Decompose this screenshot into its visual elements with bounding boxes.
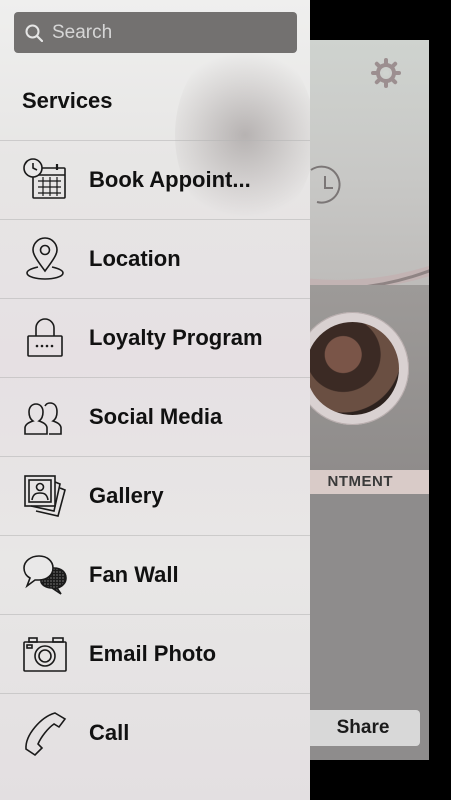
menu-item-label: Gallery <box>89 483 164 508</box>
search-icon <box>24 23 44 43</box>
menu-item-social-media[interactable]: Social Media <box>0 377 310 456</box>
menu-item-gallery[interactable]: Gallery <box>0 456 310 535</box>
lock-icon <box>27 318 63 357</box>
menu-item-email-photo[interactable]: Email Photo <box>0 614 310 693</box>
menu-list: Book Appoint... Location Loyalty Program <box>0 140 310 772</box>
menu-item-label: Call <box>89 720 130 745</box>
people-icon <box>24 402 62 435</box>
share-button[interactable]: Share <box>306 710 420 746</box>
gear-icon[interactable] <box>371 58 401 88</box>
menu-item-location[interactable]: Location <box>0 219 310 298</box>
avatar-photo <box>306 322 399 415</box>
camera-icon <box>23 637 67 672</box>
menu-item-label: Book Appoint... <box>89 167 251 192</box>
menu-item-call[interactable]: Call <box>0 693 310 772</box>
menu-item-label: Fan Wall <box>89 562 179 587</box>
menu-item-book-appointment[interactable]: Book Appoint... <box>0 140 310 219</box>
menu-item-fan-wall[interactable]: Fan Wall <box>0 535 310 614</box>
menu-item-loyalty-program[interactable]: Loyalty Program <box>0 298 310 377</box>
phone-icon <box>25 712 67 757</box>
location-pin-icon <box>26 237 64 280</box>
avatar <box>296 312 409 425</box>
menu-item-label: Location <box>89 246 181 271</box>
side-drawer: Services Book Appoint... Location <box>0 0 310 800</box>
search-bar[interactable] <box>14 12 297 53</box>
section-title: Services <box>22 88 113 113</box>
speech-bubbles-icon <box>23 555 67 595</box>
menu-item-label: Social Media <box>89 404 223 429</box>
menu-item-label: Email Photo <box>89 641 217 666</box>
menu-item-label: Loyalty Program <box>89 325 263 350</box>
calendar-clock-icon <box>23 158 66 199</box>
photo-gallery-icon <box>24 475 66 517</box>
search-input[interactable] <box>50 20 294 45</box>
